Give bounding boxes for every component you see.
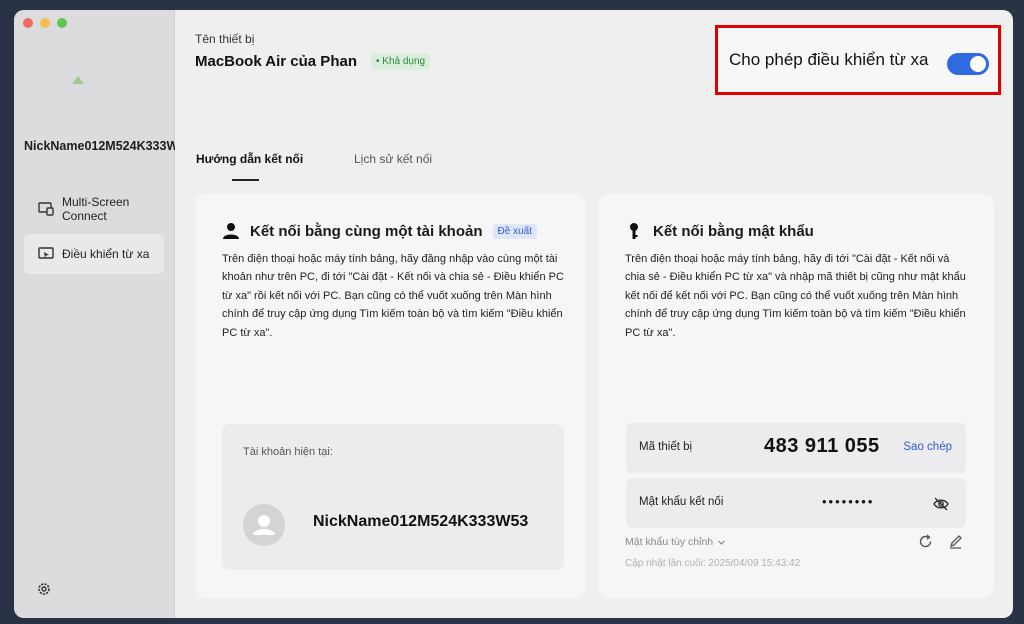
- key-icon: [630, 223, 638, 239]
- last-updated-text: Cập nhật lần cuối: 2025/04/09 15:43:42: [625, 558, 801, 569]
- current-account-name: NickName012M524K333W53: [313, 513, 529, 530]
- refresh-icon[interactable]: [918, 534, 933, 549]
- window-controls: [23, 18, 67, 28]
- custom-password-dropdown[interactable]: Mật khẩu tùy chỉnh: [625, 536, 726, 548]
- minimize-window-button[interactable]: [40, 18, 50, 28]
- remote-control-toggle-panel: Cho phép điều khiển từ xa: [715, 25, 1001, 95]
- device-code-label: Mã thiết bị: [639, 441, 693, 453]
- close-window-button[interactable]: [23, 18, 33, 28]
- recommended-badge: Đề xuất: [492, 223, 537, 239]
- same-account-card: Kết nối bằng cùng một tài khoản Đề xuất …: [196, 194, 585, 598]
- device-name: MacBook Air của Phan: [195, 53, 357, 70]
- same-account-title: Kết nối bằng cùng một tài khoản: [250, 222, 483, 240]
- zoom-window-button[interactable]: [57, 18, 67, 28]
- avatar: [243, 504, 285, 546]
- eye-off-icon[interactable]: [932, 495, 950, 513]
- active-tab-indicator: [232, 179, 259, 181]
- copy-button[interactable]: Sao chép: [903, 441, 952, 453]
- connection-password-value: ••••••••: [822, 494, 875, 509]
- status-badge: • Khả dụng: [371, 53, 431, 70]
- user-avatar-icon: [72, 76, 84, 84]
- password-title: Kết nối bằng mật khẩu: [653, 222, 814, 240]
- current-account-box: Tài khoản hiện tại: NickName012M524K333W…: [222, 424, 564, 570]
- password-description: Trên điện thoại hoặc máy tính bảng, hãy …: [625, 253, 966, 339]
- remote-control-toggle[interactable]: [947, 53, 989, 75]
- custom-password-label: Mật khẩu tùy chỉnh: [625, 536, 714, 548]
- person-icon: [223, 223, 239, 239]
- device-name-label: Tên thiết bị: [195, 32, 255, 46]
- password-card: Kết nối bằng mật khẩu Trên điện thoại ho…: [599, 194, 994, 598]
- device-code-row: Mã thiết bị 483 911 055 Sao chép: [626, 423, 966, 473]
- sidebar: NickName012M524K333W53 Multi-Screen Conn…: [14, 10, 175, 618]
- connection-password-row: Mật khẩu kết nối ••••••••: [626, 478, 966, 528]
- avatar-person-icon: [253, 515, 275, 535]
- device-code-value: 483 911 055: [764, 435, 880, 457]
- same-account-title-row: Kết nối bằng cùng một tài khoản Đề xuất: [222, 222, 537, 240]
- main-content: Tên thiết bị MacBook Air của Phan • Khả …: [175, 10, 1013, 618]
- sidebar-item-label: Connect: [62, 209, 107, 223]
- gear-icon[interactable]: [36, 581, 52, 597]
- chevron-down-icon: [718, 540, 726, 545]
- sidebar-user-name: NickName012M524K333W53: [24, 139, 175, 153]
- sidebar-item-label: Multi-Screen: [62, 195, 130, 209]
- password-title-row: Kết nối bằng mật khẩu: [625, 222, 814, 240]
- app-window: NickName012M524K333W53 Multi-Screen Conn…: [14, 10, 1013, 618]
- sidebar-item-multi-screen[interactable]: Multi-Screen Connect: [24, 189, 164, 229]
- tab-connection-guide[interactable]: Hướng dẫn kết nối: [196, 152, 303, 166]
- connection-password-label: Mật khẩu kết nối: [639, 496, 724, 508]
- multi-screen-icon: [38, 202, 54, 216]
- same-account-description: Trên điện thoại hoặc máy tính bảng, hãy …: [222, 253, 564, 339]
- sidebar-item-remote-control[interactable]: Điều khiển từ xa: [24, 234, 164, 274]
- remote-control-icon: [38, 247, 54, 259]
- tab-connection-history[interactable]: Lịch sử kết nối: [354, 152, 432, 166]
- edit-icon[interactable]: [948, 534, 963, 549]
- remote-control-toggle-label: Cho phép điều khiển từ xa: [729, 50, 929, 69]
- sidebar-item-label: Điều khiển từ xa: [62, 247, 150, 261]
- current-account-label: Tài khoản hiện tại:: [243, 446, 333, 458]
- toggle-knob: [970, 56, 986, 72]
